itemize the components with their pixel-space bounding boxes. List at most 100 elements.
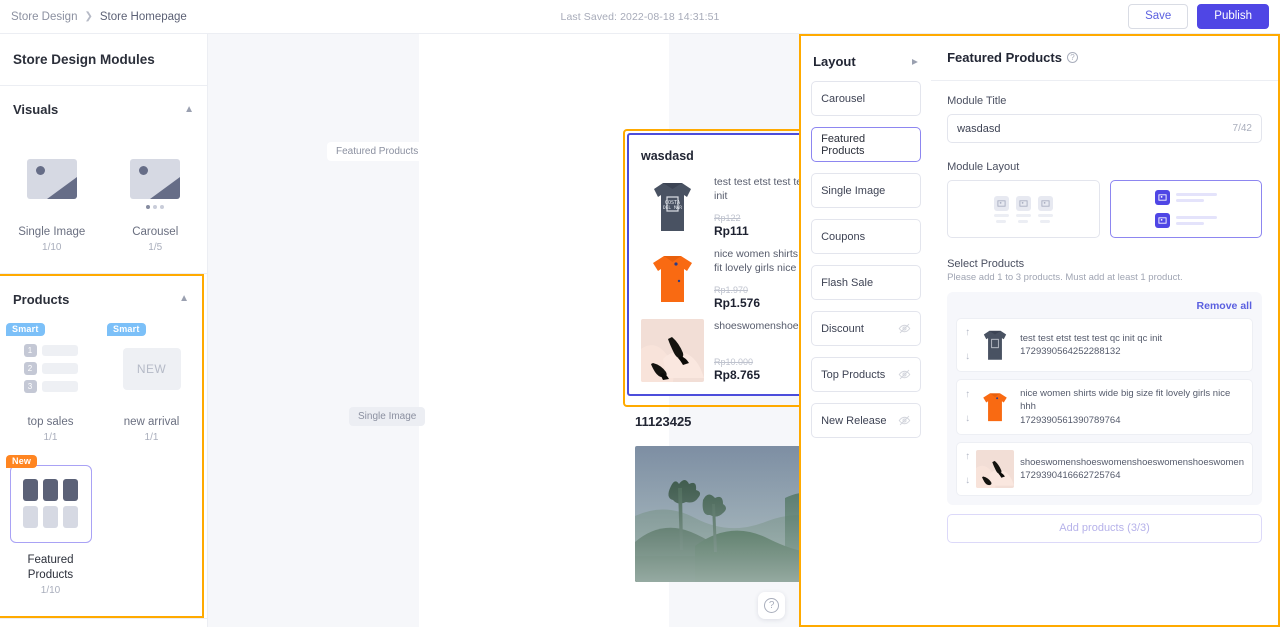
layout-panel-header: Layout ▲ bbox=[811, 48, 921, 81]
breadcrumb-current: Store Homepage bbox=[100, 11, 187, 23]
badge-new: New bbox=[6, 455, 37, 468]
section-title-products: Products bbox=[13, 292, 69, 307]
module-new-arrival[interactable]: Smart NEW new arrival 1/1 bbox=[101, 321, 202, 453]
module-count: 1/5 bbox=[110, 242, 202, 253]
layout-item-featured-products[interactable]: Featured Products bbox=[811, 127, 921, 162]
chevron-up-icon[interactable]: ▲ bbox=[179, 294, 189, 304]
product-thumbnail bbox=[641, 319, 704, 382]
product-price: Rp1.576 bbox=[714, 296, 799, 310]
product-name: shoeswomenshoeswomenshoeswomenshoeswomen bbox=[1020, 456, 1244, 469]
module-title-field[interactable]: 7/42 bbox=[947, 114, 1262, 143]
settings-panel: Featured Products ? Module Title 7/42 Mo… bbox=[931, 34, 1280, 627]
help-icon: ? bbox=[764, 598, 779, 613]
selected-products-list: Remove all ↑ ↓ bbox=[947, 292, 1262, 505]
product-info: nice women shirts wide big size fit love… bbox=[714, 247, 799, 310]
settings-panel-header: Featured Products ? bbox=[931, 36, 1278, 81]
move-down-icon[interactable]: ↓ bbox=[965, 476, 970, 486]
breadcrumb-store-design[interactable]: Store Design bbox=[11, 11, 77, 23]
layout-option-list[interactable] bbox=[1110, 180, 1262, 238]
layout-option-grid[interactable] bbox=[947, 180, 1099, 238]
add-products-button[interactable]: Add products (3/3) bbox=[947, 514, 1262, 543]
move-up-icon[interactable]: ↑ bbox=[965, 328, 970, 338]
product-thumbnail bbox=[976, 388, 1014, 426]
move-up-icon[interactable]: ↑ bbox=[965, 390, 970, 400]
product-thumbnail bbox=[976, 450, 1014, 488]
single-image-module-preview[interactable]: 11123425 bbox=[635, 414, 799, 582]
module-count: 1/1 bbox=[107, 432, 196, 443]
layout-item-top-products[interactable]: Top Products bbox=[811, 357, 921, 392]
section-header-promotions[interactable]: Promotions ▲ bbox=[0, 619, 207, 627]
badge-smart: Smart bbox=[107, 323, 146, 336]
eye-off-icon bbox=[898, 368, 911, 381]
module-count: 1/1 bbox=[6, 432, 95, 443]
layout-item-discount[interactable]: Discount bbox=[811, 311, 921, 346]
section-header-products[interactable]: Products ▲ bbox=[0, 276, 202, 317]
module-single-image[interactable]: Single Image 1/10 bbox=[0, 131, 104, 263]
layout-item-carousel[interactable]: Carousel bbox=[811, 81, 921, 116]
module-label: new arrival bbox=[107, 415, 196, 430]
top-bar: Store Design ❯ Store Homepage Last Saved… bbox=[0, 0, 1280, 34]
preview-canvas: Featured Products Single Image Coupons w… bbox=[208, 34, 799, 627]
layout-item-label: Flash Sale bbox=[821, 277, 873, 289]
product-original-price: Rp10.000 bbox=[714, 357, 799, 367]
layout-item-label: Single Image bbox=[821, 185, 885, 197]
chevron-right-icon[interactable]: ▲ bbox=[909, 57, 919, 67]
publish-button[interactable]: Publish bbox=[1197, 4, 1269, 30]
product-meta: test test etst test test qc init qc init… bbox=[1020, 332, 1244, 359]
layout-item-single-image[interactable]: Single Image bbox=[811, 173, 921, 208]
module-count: 1/10 bbox=[6, 585, 95, 596]
shoes-image bbox=[641, 319, 704, 382]
landscape-photo bbox=[635, 446, 799, 582]
section-header-visuals[interactable]: Visuals ▲ bbox=[0, 86, 207, 127]
help-icon[interactable]: ? bbox=[1067, 52, 1078, 63]
sidebar-section-promotions: Promotions ▲ Smart New bbox=[0, 619, 207, 627]
module-carousel[interactable]: Carousel 1/5 bbox=[104, 131, 208, 263]
settings-panel-title: Featured Products bbox=[947, 50, 1062, 65]
product-id: 1729390561390789764 bbox=[1020, 414, 1244, 427]
product-original-price: Rp1.970 bbox=[714, 285, 799, 295]
help-button[interactable]: ? bbox=[758, 592, 785, 619]
settings-panel-body: Module Title 7/42 Module Layout bbox=[931, 81, 1278, 543]
module-top-sales[interactable]: Smart 1 2 3 top sales 1/1 bbox=[0, 321, 101, 453]
module-featured-products[interactable]: New Featured Products 1/10 bbox=[0, 453, 101, 606]
chevron-up-icon[interactable]: ▲ bbox=[184, 105, 194, 115]
eye-off-icon bbox=[898, 322, 911, 335]
select-products-hint: Please add 1 to 3 products. Must add at … bbox=[947, 272, 1262, 283]
selected-product-item[interactable]: ↑ ↓ bbox=[956, 379, 1253, 435]
module-title-input[interactable] bbox=[957, 123, 1226, 135]
move-up-icon[interactable]: ↑ bbox=[965, 452, 970, 462]
ranking-icon: 1 2 3 bbox=[24, 344, 78, 393]
move-down-icon[interactable]: ↓ bbox=[965, 414, 970, 424]
product-original-price: Rp122 bbox=[714, 213, 799, 223]
selected-product-item[interactable]: ↑ ↓ bbox=[956, 442, 1253, 496]
featured-products-preview-card[interactable]: wasdasd COSTA DEL MAR test test bbox=[627, 133, 799, 396]
carousel-dots-icon bbox=[115, 205, 195, 209]
preview-product-row[interactable]: shoeswomenshoeswomenshoeswome Rp10.000 R… bbox=[641, 319, 799, 382]
module-label: Carousel bbox=[110, 225, 202, 240]
product-info: test test etst test test qc init qc init… bbox=[714, 175, 799, 238]
move-down-icon[interactable]: ↓ bbox=[965, 352, 970, 362]
tshirt-orange-image bbox=[976, 388, 1014, 426]
featured-products-art bbox=[10, 465, 92, 543]
preview-product-row[interactable]: COSTA DEL MAR test test etst test test q… bbox=[641, 175, 799, 238]
product-id: 1729390416662725764 bbox=[1020, 469, 1244, 482]
canvas-tag-featured-products[interactable]: Featured Products bbox=[327, 142, 427, 161]
product-thumbnail bbox=[976, 326, 1014, 364]
selected-product-item[interactable]: ↑ ↓ bbox=[956, 318, 1253, 372]
product-id: 1729390564252288132 bbox=[1020, 345, 1244, 358]
product-name: test test etst test test qc init qc init bbox=[714, 175, 799, 203]
layout-item-flash-sale[interactable]: Flash Sale bbox=[811, 265, 921, 300]
layout-item-coupons[interactable]: Coupons bbox=[811, 219, 921, 254]
layout-item-label: Featured Products bbox=[821, 133, 911, 157]
carousel-art bbox=[115, 143, 195, 215]
reorder-arrows: ↑ ↓ bbox=[965, 452, 970, 486]
module-label: Featured Products bbox=[6, 553, 95, 583]
preview-product-row[interactable]: nice women shirts wide big size fit love… bbox=[641, 247, 799, 310]
image-placeholder-icon bbox=[27, 159, 77, 199]
product-name: shoeswomenshoeswomenshoeswome bbox=[714, 319, 799, 333]
product-info: shoeswomenshoeswomenshoeswome Rp10.000 R… bbox=[714, 319, 799, 382]
remove-all-button[interactable]: Remove all bbox=[956, 299, 1253, 318]
save-button[interactable]: Save bbox=[1128, 4, 1188, 30]
layout-item-new-release[interactable]: New Release bbox=[811, 403, 921, 438]
canvas-tag-single-image[interactable]: Single Image bbox=[349, 407, 425, 426]
